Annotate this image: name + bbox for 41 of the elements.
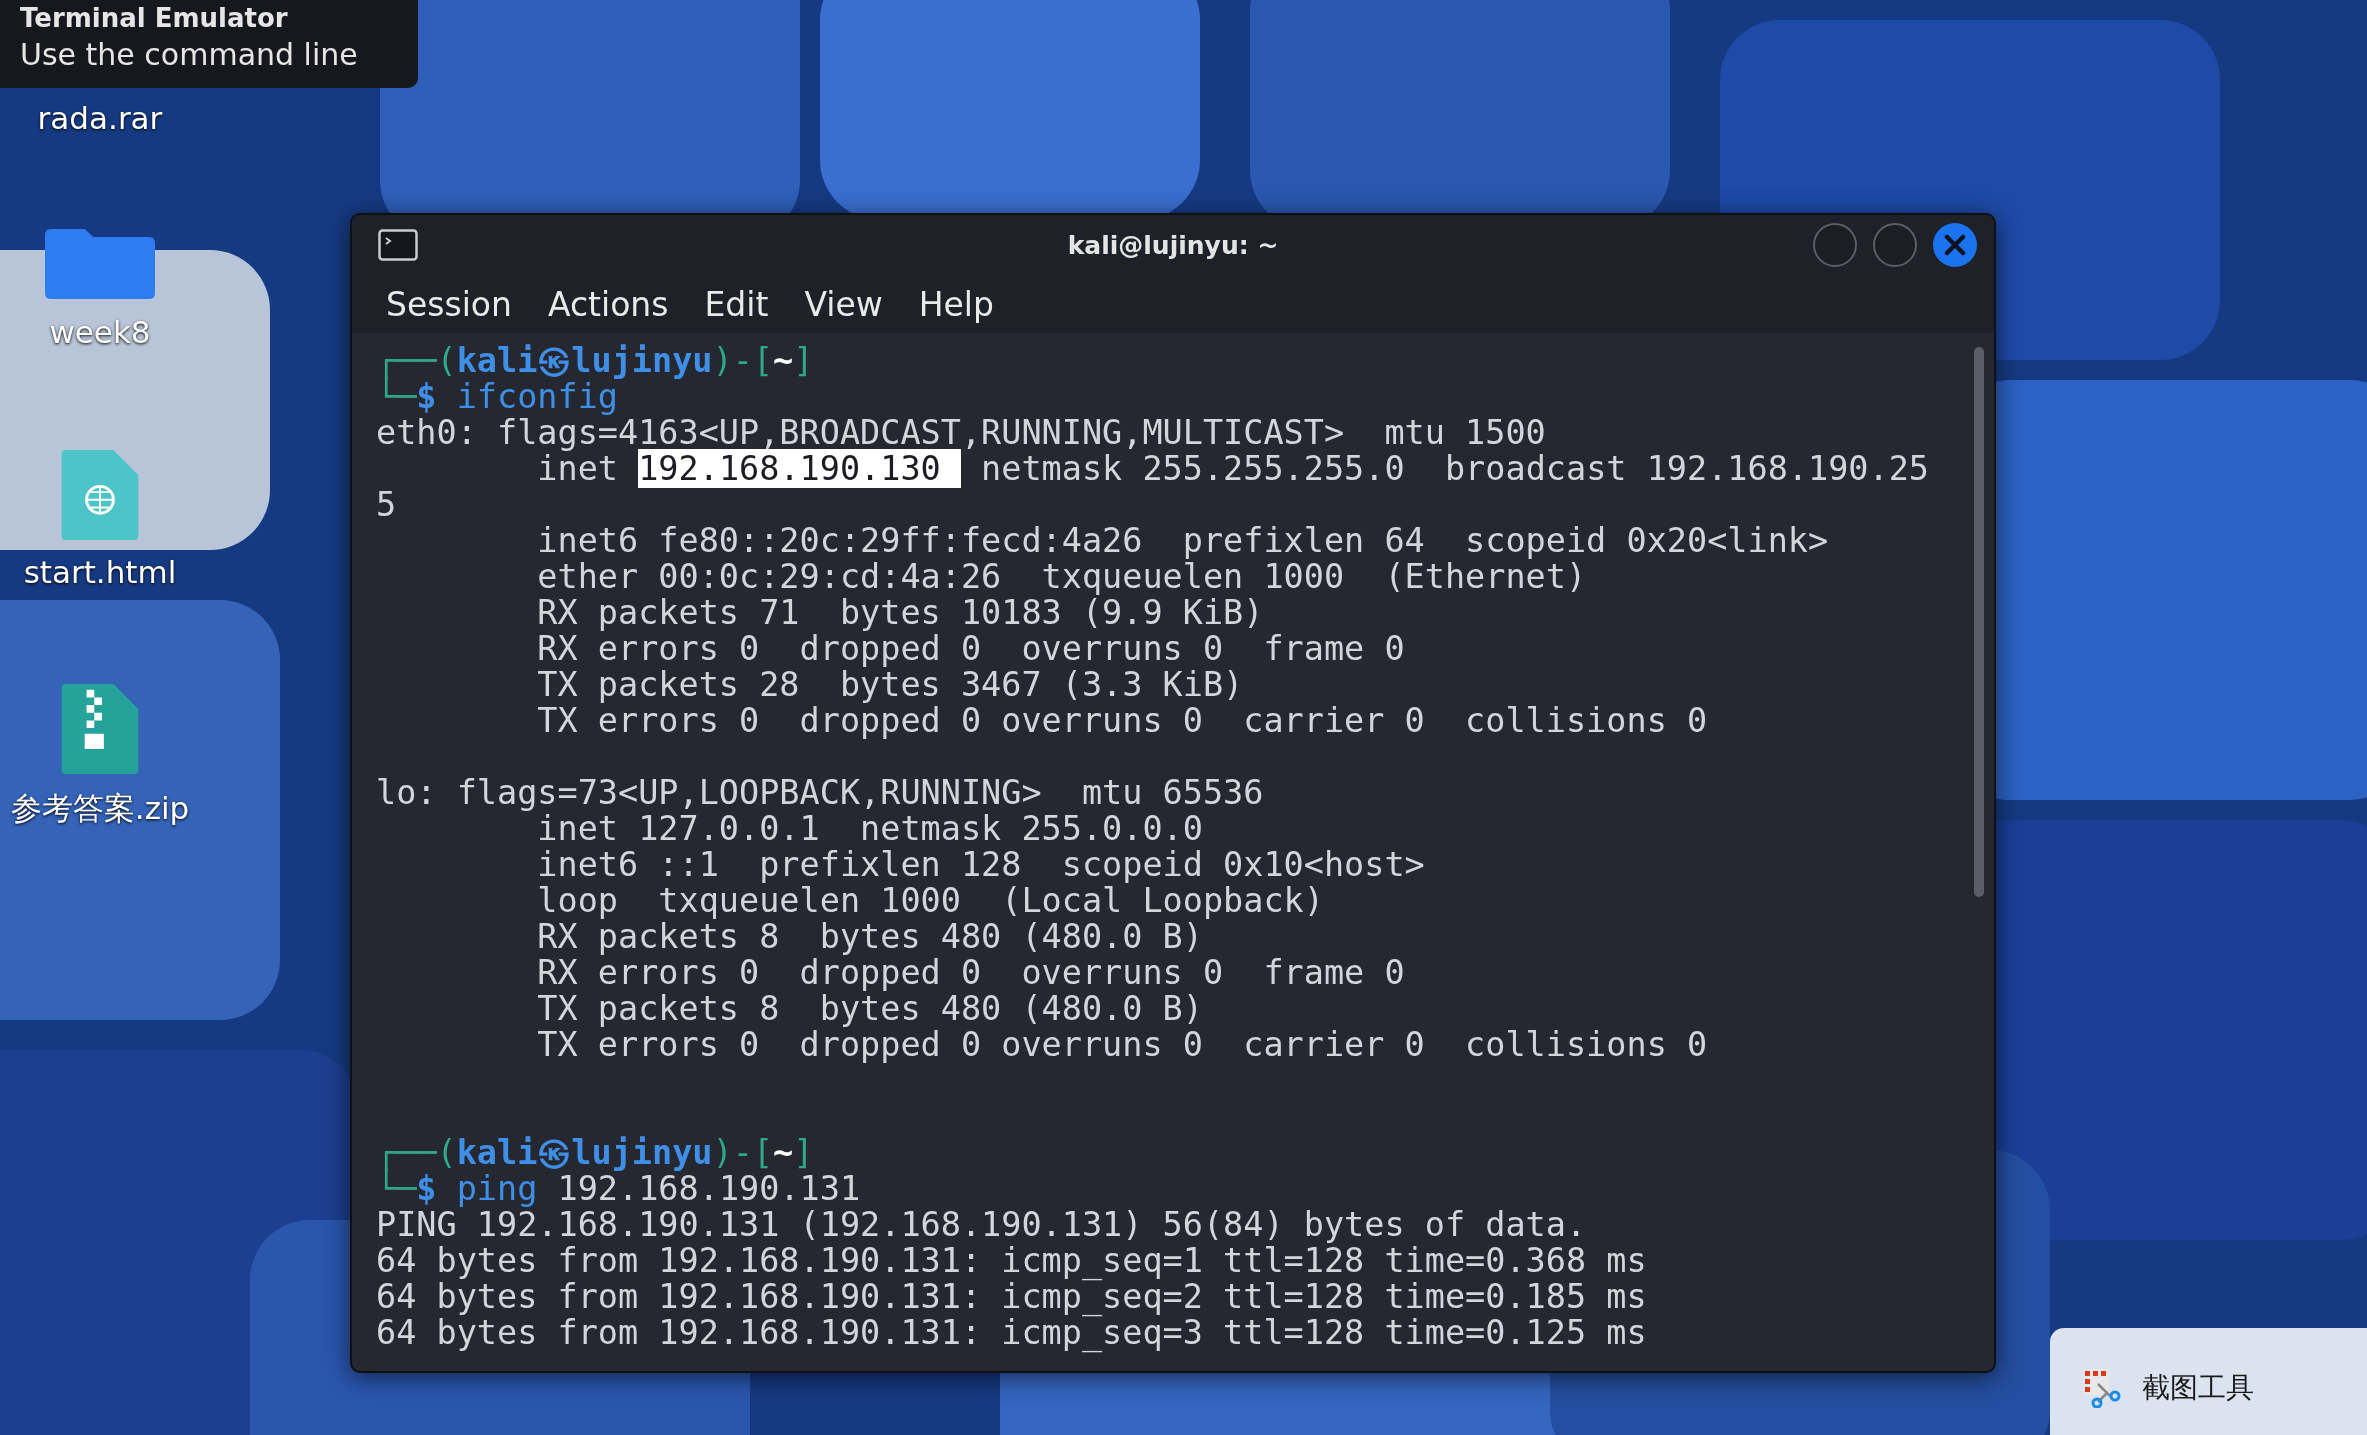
window-title: kali@lujinyu: ~ xyxy=(1067,230,1279,260)
notification-label: 截图工具 xyxy=(2142,1370,2254,1406)
terminal-line: 64 bytes from 192.168.190.131: icmp_seq=1 ttl=128 time=0.368 ms xyxy=(376,1243,1648,1279)
terminal-line: RX errors 0 dropped 0 overruns 0 frame 0 xyxy=(536,955,1406,991)
terminal-line: TX errors 0 dropped 0 overruns 0 carrier 0 collisions 0 xyxy=(536,1027,1709,1063)
terminal-line: eth0: flags=4163<UP,BROADCAST,RUNNING,MULTICAST> mtu 1500 xyxy=(376,415,1547,451)
menu-item[interactable]: Edit xyxy=(704,284,769,324)
folder-icon[interactable] xyxy=(45,228,155,300)
tooltip-title: Terminal Emulator xyxy=(20,2,289,34)
terminal-line: inet6 ::1 prefixlen 128 scopeid 0x10<host> xyxy=(536,847,1426,883)
terminal-line: 5 xyxy=(376,487,398,523)
terminal-line: lo: flags=73<UP,LOOPBACK,RUNNING> mtu 65536 xyxy=(376,775,1265,811)
menu-item[interactable]: Actions xyxy=(547,284,669,324)
terminal-line: RX packets 8 bytes 480 (480.0 B) xyxy=(536,919,1203,955)
terminal-line: inet6 fe80::20c:29ff:fecd:4a26 prefixlen 64 scopeid 0x20<link> xyxy=(536,523,1830,559)
menu-item[interactable]: Help xyxy=(918,284,994,324)
menu-item[interactable]: Session xyxy=(386,284,512,324)
desktop-icon-label[interactable]: start.html xyxy=(19,554,181,590)
desktop-icon-label[interactable]: 参考答案.zip xyxy=(6,788,194,830)
terminal-line: 64 bytes from 192.168.190.131: icmp_seq=3 ttl=128 time=0.125 ms xyxy=(376,1315,1648,1351)
terminal-line: RX errors 0 dropped 0 overruns 0 frame 0 xyxy=(536,631,1406,667)
terminal-line: ether 00:0c:29:cd:4a:26 txqueuelen 1000 (Ethernet) xyxy=(536,559,1587,595)
terminal-line: 64 bytes from 192.168.190.131: icmp_seq=2 ttl=128 time=0.185 ms xyxy=(376,1279,1648,1315)
terminal-line: inet 192.168.190.130 netmask 255.255.255.0 broadcast 192.168.190.25 xyxy=(537,451,1930,487)
maximize-button[interactable] xyxy=(1872,222,1918,268)
desktop-icon-label[interactable]: rada.rar xyxy=(33,100,167,136)
scrollbar-thumb[interactable] xyxy=(1974,347,1984,897)
close-icon[interactable] xyxy=(1932,222,1978,268)
menu-item[interactable]: View xyxy=(804,284,883,324)
minimize-button[interactable] xyxy=(1812,222,1858,268)
tooltip-description: Use the command line xyxy=(20,36,359,74)
terminal-line: RX packets 71 bytes 10183 (9.9 KiB) xyxy=(536,595,1265,631)
terminal-line: TX errors 0 dropped 0 overruns 0 carrier 0 collisions 0 xyxy=(536,703,1709,739)
terminal-line: TX packets 8 bytes 480 (480.0 B) xyxy=(536,991,1204,1027)
terminal-icon xyxy=(378,229,418,261)
terminal-line: loop txqueuelen 1000 (Local Loopback) xyxy=(536,883,1325,919)
terminal-line: PING 192.168.190.131 (192.168.190.131) 56(84) bytes of data. xyxy=(376,1207,1588,1243)
terminal-line: TX packets 28 bytes 3467 (3.3 KiB) xyxy=(536,667,1245,703)
terminal-line: inet 127.0.0.1 netmask 255.0.0.0 xyxy=(537,811,1204,847)
notification-card[interactable]: 截图工具 xyxy=(2050,1328,2367,1435)
scissors-icon xyxy=(2082,1368,2122,1408)
